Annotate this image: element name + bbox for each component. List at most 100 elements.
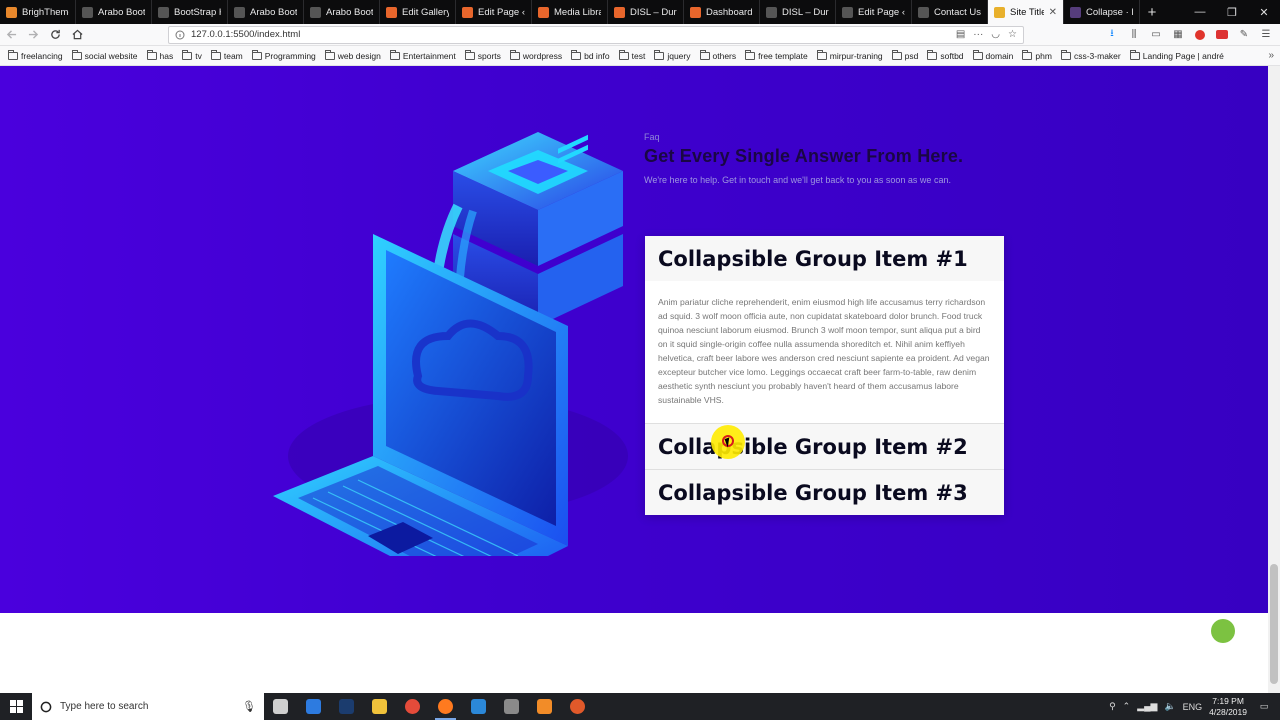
tab-title: Edit Page ‹ D bbox=[478, 6, 525, 18]
bookmark-item[interactable]: social website bbox=[71, 49, 138, 61]
accordion-header-1[interactable]: Collapsible Group Item #1 bbox=[645, 236, 1004, 281]
scrollbar-thumb[interactable] bbox=[1270, 564, 1278, 684]
browser-tab[interactable]: BootStrap HTML bbox=[152, 0, 228, 24]
browser-tab[interactable]: DISL – Durham bi bbox=[760, 0, 836, 24]
taskbar-app-firefox[interactable] bbox=[429, 693, 462, 720]
browser-tab[interactable]: Site Title ✕ bbox=[988, 0, 1064, 24]
bookmarks-overflow-icon[interactable]: » bbox=[1268, 50, 1280, 61]
taskbar-app-skype[interactable] bbox=[561, 693, 594, 720]
folder-icon bbox=[745, 49, 756, 60]
browser-tab[interactable]: Arabo BootStrap bbox=[304, 0, 380, 24]
bookmark-item[interactable]: others bbox=[699, 49, 736, 61]
home-button[interactable] bbox=[66, 24, 88, 46]
back-button[interactable] bbox=[0, 24, 22, 46]
browser-tab[interactable]: Arabo BootStrap bbox=[76, 0, 152, 24]
sidebar-icon[interactable]: ▭ bbox=[1146, 25, 1166, 45]
bookmark-item[interactable]: sports bbox=[464, 49, 501, 61]
folder-icon bbox=[464, 49, 475, 60]
bookmark-item[interactable]: softbd bbox=[927, 49, 964, 61]
page-viewport: Faq Get Every Single Answer From Here. W… bbox=[0, 66, 1280, 693]
browser-tab[interactable]: DISL – Durham bbox=[608, 0, 684, 24]
bookmark-item[interactable]: phm bbox=[1022, 49, 1052, 61]
taskbar-clock[interactable]: 7:19 PM 4/28/2019 bbox=[1209, 696, 1247, 718]
reader-view-icon[interactable]: ▤ bbox=[956, 29, 965, 40]
taskbar-app-task-view[interactable] bbox=[264, 693, 297, 720]
bookmark-item[interactable]: free template bbox=[745, 49, 808, 61]
page-scrollbar[interactable] bbox=[1268, 66, 1280, 693]
pocket-icon[interactable]: ◡ bbox=[991, 29, 1000, 40]
close-window-button[interactable]: ✕ bbox=[1248, 0, 1280, 24]
language-indicator[interactable]: ENG bbox=[1183, 702, 1203, 712]
bookmark-star-icon[interactable]: ☆ bbox=[1008, 29, 1017, 40]
taskbar-app-sublime[interactable] bbox=[528, 693, 561, 720]
floating-action-button[interactable] bbox=[1211, 619, 1235, 643]
restore-button[interactable]: ❐ bbox=[1216, 0, 1248, 24]
reload-button[interactable] bbox=[44, 24, 66, 46]
browser-tab[interactable]: Collapse · Bo bbox=[1064, 0, 1140, 24]
tab-title: Arabo BootStrap bbox=[326, 6, 373, 18]
library-icon[interactable]: ⫼ bbox=[1124, 25, 1144, 45]
bookmark-item[interactable]: mirpur-traning bbox=[816, 49, 883, 61]
new-tab-button[interactable]: + bbox=[1140, 0, 1164, 24]
address-bar[interactable]: 127.0.0.1:5500/index.html ▤ ··· ◡ ☆ bbox=[168, 25, 1024, 44]
browser-tab[interactable]: Edit Gallery bbox=[380, 0, 456, 24]
microphone-icon[interactable]: 🎙 bbox=[242, 700, 256, 713]
network-icon[interactable]: ▂▄▆ bbox=[1137, 701, 1157, 712]
bookmark-item[interactable]: freelancing bbox=[8, 49, 63, 61]
accordion-body-1: Anim pariatur cliche reprehenderit, enim… bbox=[645, 281, 1004, 423]
folder-icon bbox=[8, 49, 18, 60]
tab-favicon-icon bbox=[918, 6, 929, 18]
bookmark-item[interactable]: test bbox=[618, 49, 645, 61]
bookmark-item[interactable]: bd info bbox=[571, 49, 610, 61]
bookmark-label: psd bbox=[904, 50, 919, 61]
taskbar-app-vscode[interactable] bbox=[462, 693, 495, 720]
adblock-icon[interactable] bbox=[1190, 25, 1210, 45]
bookmark-item[interactable]: jquery bbox=[654, 49, 691, 61]
menu-icon[interactable]: ☰ bbox=[1256, 25, 1276, 45]
window-controls: — ❐ ✕ bbox=[1184, 0, 1280, 24]
bookmark-item[interactable]: Landing Page | andré bbox=[1129, 49, 1224, 61]
start-button[interactable] bbox=[0, 693, 32, 720]
bookmark-item[interactable]: wordpress bbox=[509, 49, 562, 61]
bookmark-item[interactable]: domain bbox=[972, 49, 1013, 61]
taskbar-app-file-explorer[interactable] bbox=[363, 693, 396, 720]
accordion-header-3[interactable]: Collapsible Group Item #3 bbox=[645, 470, 1004, 515]
browser-tab[interactable]: Edit Page ‹ D bbox=[456, 0, 532, 24]
bookmark-item[interactable]: css-3-maker bbox=[1060, 49, 1121, 61]
volume-icon[interactable]: 🔈 bbox=[1164, 701, 1175, 712]
downloads-icon[interactable]: ⭳ bbox=[1102, 25, 1122, 45]
notification-center-icon[interactable]: ▭ bbox=[1254, 701, 1274, 712]
bookmark-label: Programming bbox=[264, 50, 316, 61]
taskbar-app-snipping[interactable] bbox=[495, 693, 528, 720]
accordion-header-2[interactable]: Collapsible Group Item #2 bbox=[645, 424, 1004, 469]
browser-tab[interactable]: Media Library bbox=[532, 0, 608, 24]
taskbar-app-chrome[interactable] bbox=[396, 693, 429, 720]
page-actions-icon[interactable]: ··· bbox=[973, 29, 983, 40]
browser-tab[interactable]: Dashboard ‹ DISL bbox=[684, 0, 760, 24]
bookmark-item[interactable]: has bbox=[146, 49, 173, 61]
browser-tab[interactable]: BrighThemes bbox=[0, 0, 76, 24]
taskbar-search[interactable]: Type here to search 🎙 bbox=[32, 693, 264, 720]
people-icon[interactable]: ⚲ bbox=[1109, 701, 1116, 712]
bookmark-item[interactable]: web design bbox=[324, 49, 381, 61]
forward-button[interactable] bbox=[22, 24, 44, 46]
eyedropper-icon[interactable]: ✎ bbox=[1234, 25, 1254, 45]
bookmark-item[interactable]: tv bbox=[182, 49, 202, 61]
tab-close-icon[interactable]: ✕ bbox=[1049, 7, 1057, 18]
extension-new-icon[interactable] bbox=[1212, 25, 1232, 45]
bookmark-item[interactable]: Entertainment bbox=[389, 49, 456, 61]
tray-expand-icon[interactable]: ⌃ bbox=[1123, 701, 1131, 712]
bookmark-item[interactable]: Programming bbox=[251, 49, 316, 61]
tab-favicon-icon bbox=[842, 6, 853, 18]
browser-tab[interactable]: Contact Us – KM bbox=[912, 0, 988, 24]
extension-icon[interactable]: ▦ bbox=[1168, 25, 1188, 45]
browser-tab[interactable]: Edit Page ‹ DISL bbox=[836, 0, 912, 24]
browser-tab[interactable]: Arabo BootStrap bbox=[228, 0, 304, 24]
taskbar-app-edge[interactable] bbox=[297, 693, 330, 720]
taskbar-app-photoshop[interactable] bbox=[330, 693, 363, 720]
bookmark-item[interactable]: psd bbox=[891, 49, 919, 61]
bookmark-item[interactable]: team bbox=[210, 49, 243, 61]
tab-favicon-icon bbox=[82, 6, 93, 18]
folder-icon bbox=[146, 49, 157, 60]
minimize-button[interactable]: — bbox=[1184, 0, 1216, 24]
